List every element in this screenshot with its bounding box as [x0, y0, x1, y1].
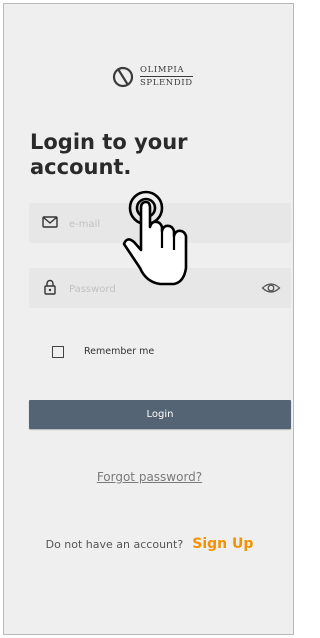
email-field[interactable]: [29, 203, 291, 243]
remember-me-label: Remember me: [84, 346, 155, 357]
login-button[interactable]: Login: [29, 400, 291, 429]
logo-mark-icon: [112, 66, 134, 88]
forgot-password-link[interactable]: Forgot password?: [4, 470, 295, 484]
email-input[interactable]: [67, 209, 271, 239]
page-title: Login to your account.: [30, 130, 188, 179]
eye-icon[interactable]: [261, 279, 281, 297]
app-screen: OLIMPIA SPLENDID Login to your account. …: [3, 3, 294, 635]
password-field[interactable]: [29, 268, 291, 308]
signup-question: Do not have an account?: [45, 538, 184, 551]
brand-line-1: OLIMPIA: [140, 65, 193, 77]
password-input[interactable]: [67, 274, 271, 304]
remember-me-checkbox[interactable]: [52, 346, 64, 358]
brand-line-2: SPLENDID: [140, 78, 193, 88]
signup-row: Do not have an account? Sign Up: [4, 533, 295, 552]
lock-icon: [44, 279, 56, 295]
brand-name: OLIMPIA SPLENDID: [140, 65, 193, 88]
brand-logo: OLIMPIA SPLENDID: [112, 62, 212, 94]
envelope-icon: [42, 216, 58, 228]
signup-link[interactable]: Sign Up: [192, 536, 253, 552]
